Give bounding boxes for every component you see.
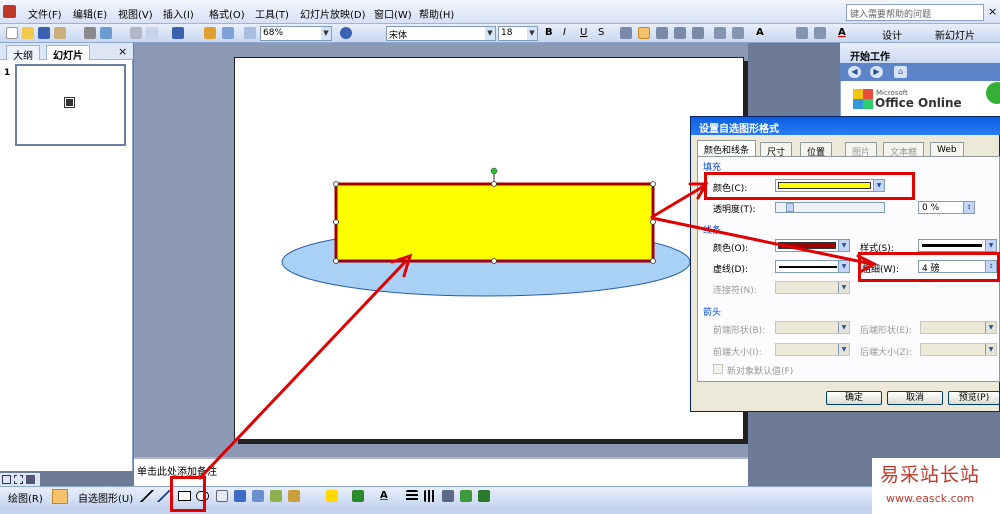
watermark: 易采站长站 www.easck.com: [872, 458, 1000, 514]
watermark-title: 易采站长站: [880, 464, 981, 486]
annotation-arrow-group: [198, 182, 878, 480]
arrow-to-weight: [650, 216, 874, 266]
arrow-to-shape: [198, 260, 407, 480]
annotation-arrows: [198, 182, 878, 480]
watermark-url: www.easck.com: [886, 492, 975, 505]
arrow-to-fill-color: [650, 184, 706, 219]
